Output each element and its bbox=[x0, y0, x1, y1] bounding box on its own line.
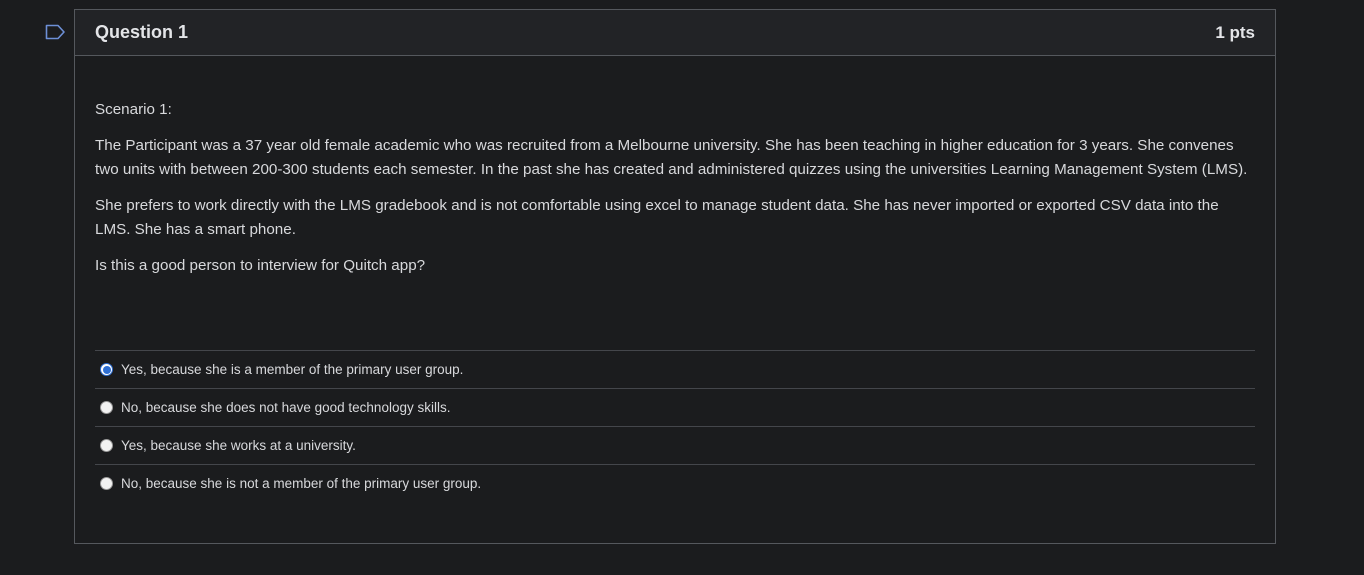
answer-option-2[interactable]: No, because she does not have good techn… bbox=[95, 388, 1255, 426]
radio-unselected-icon[interactable] bbox=[100, 477, 113, 490]
radio-selected-icon[interactable] bbox=[100, 363, 113, 376]
question-text: Scenario 1: The Participant was a 37 yea… bbox=[95, 98, 1255, 278]
radio-unselected-icon[interactable] bbox=[100, 439, 113, 452]
answer-option-4[interactable]: No, because she is not a member of the p… bbox=[95, 464, 1255, 502]
answer-option-1[interactable]: Yes, because she is a member of the prim… bbox=[95, 350, 1255, 388]
answer-label: No, because she does not have good techn… bbox=[121, 400, 451, 415]
scenario-paragraph-2: She prefers to work directly with the LM… bbox=[95, 197, 1219, 238]
scenario-paragraph-1: The Participant was a 37 year old female… bbox=[95, 137, 1248, 178]
scenario-heading: Scenario 1: bbox=[95, 101, 172, 118]
question-title: Question 1 bbox=[95, 22, 189, 42]
radio-unselected-icon[interactable] bbox=[100, 401, 113, 414]
answer-label: Yes, because she is a member of the prim… bbox=[121, 362, 464, 377]
answer-label: Yes, because she works at a university. bbox=[121, 438, 356, 453]
answer-option-3[interactable]: Yes, because she works at a university. bbox=[95, 426, 1255, 464]
answer-list: Yes, because she is a member of the prim… bbox=[95, 350, 1255, 502]
flag-question-icon[interactable] bbox=[45, 23, 67, 41]
question-card: Question 1 1 pts Scenario 1: The Partici… bbox=[74, 9, 1276, 544]
question-header: Question 1 1 pts bbox=[75, 10, 1275, 56]
question-prompt: Is this a good person to interview for Q… bbox=[95, 257, 426, 274]
answer-label: No, because she is not a member of the p… bbox=[121, 476, 482, 491]
question-points: 1 pts bbox=[1215, 22, 1255, 42]
question-body: Scenario 1: The Participant was a 37 yea… bbox=[75, 56, 1275, 502]
